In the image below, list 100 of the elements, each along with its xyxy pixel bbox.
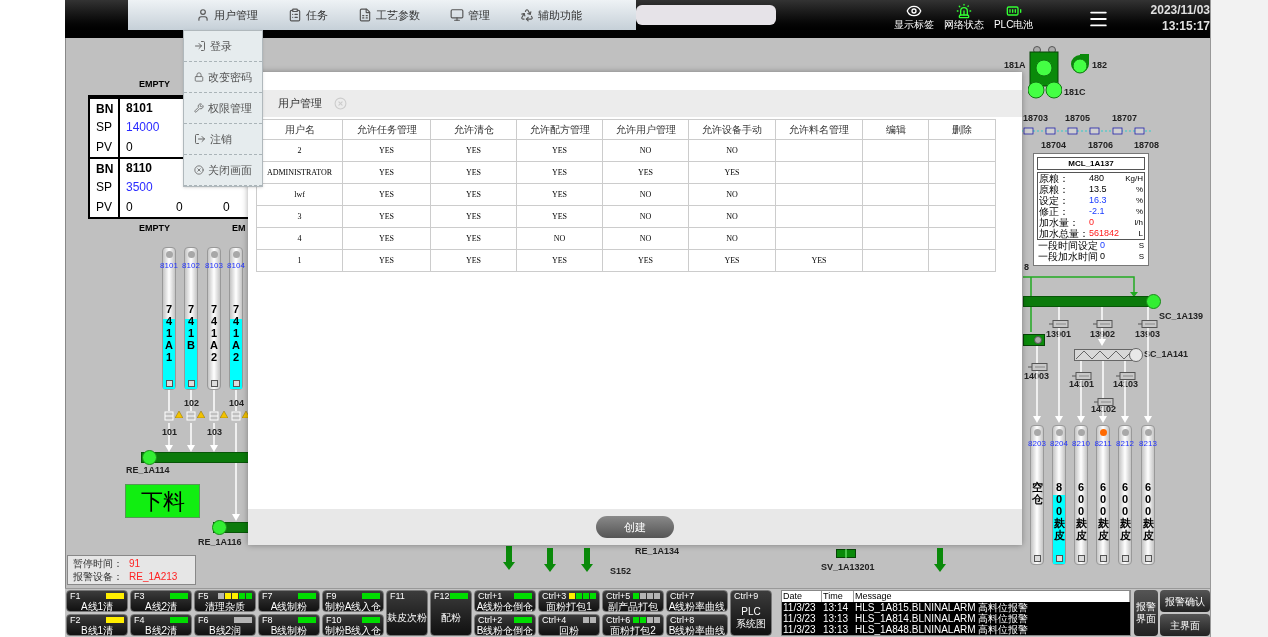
table-cell-text: 13:13 — [822, 613, 850, 624]
field-value: 16.3 — [1089, 195, 1108, 206]
motor-lamp — [212, 520, 227, 535]
status-label: 报警设备： — [73, 570, 124, 583]
unit-label: S — [1137, 251, 1144, 262]
table-cell: YES — [342, 205, 431, 228]
function-key[interactable]: F6 B线2润 — [194, 614, 256, 636]
key-label: 面粉打包2 — [609, 625, 657, 636]
menu-entry[interactable]: 改变密码 — [184, 62, 262, 93]
menu-item[interactable]: 用户管理 — [196, 6, 258, 24]
menu-item[interactable]: 管理 — [450, 6, 490, 24]
cylinder-icon — [1094, 398, 1114, 406]
equipment-label: 101 — [162, 427, 178, 437]
alarm-button[interactable]: 报警界面 — [1134, 590, 1158, 636]
table-cell: YES — [430, 183, 517, 206]
menu-item[interactable]: 辅助功能 — [520, 6, 582, 24]
table-cell: YES — [430, 205, 517, 228]
equipment-label: 8 — [1024, 262, 1029, 272]
function-key[interactable]: Ctrl+3 面粉打包1 — [538, 590, 600, 612]
function-key[interactable]: F7 A线制粉 — [258, 590, 320, 612]
function-key[interactable]: Ctrl+1 A线粉仓倒仓 — [474, 590, 536, 612]
silo-tag: 8212 — [1116, 439, 1134, 448]
table-cell-text: 14000 — [125, 119, 161, 136]
close-icon — [194, 164, 204, 176]
discharge-button[interactable]: 下料 — [125, 484, 200, 518]
status-value: 91 — [129, 557, 141, 570]
table-cell-text: 0 — [222, 199, 231, 216]
row-label: PV — [90, 137, 120, 157]
table-cell: YES — [602, 161, 689, 184]
function-key[interactable]: Ctrl+2 B线粉仓倒仓 — [474, 614, 536, 636]
outlet-square — [188, 380, 195, 387]
function-key[interactable]: Ctrl+7 A线粉率曲线 — [666, 590, 728, 612]
equipment-label: 18708 — [1134, 140, 1160, 150]
alarm-button[interactable]: 主界面 — [1160, 614, 1210, 636]
cylinder-icon — [1072, 372, 1092, 380]
silo-label: 600麸皮 — [1119, 481, 1131, 542]
column-header: 允许配方管理 — [516, 119, 603, 140]
row-label: SP — [90, 117, 120, 137]
field-value: 13.5 — [1089, 184, 1108, 195]
function-key[interactable]: F8 B线制粉 — [258, 614, 320, 636]
menu-entry[interactable]: 关闭画面 — [184, 155, 262, 186]
table-cell-text: 3500 — [125, 179, 154, 196]
function-key[interactable]: Ctrl+4 回粉 — [538, 614, 600, 636]
shortcut-label: F9 — [326, 591, 337, 601]
field-label: 原粮： — [1039, 173, 1070, 184]
table-cell: YES — [342, 161, 431, 184]
menu-item[interactable]: 任务 — [288, 6, 328, 24]
lock-icon — [194, 71, 204, 83]
function-key[interactable]: F12 配粉 — [430, 590, 472, 636]
menu-entry[interactable]: 权限管理 — [184, 93, 262, 124]
table-cell-text: HLS_1A815.BLNINALARM 高料位报警 — [854, 602, 1030, 613]
key-label: A线制粉 — [269, 601, 309, 612]
function-key[interactable]: F2 B线1清 — [66, 614, 128, 636]
cylinder-icon — [1028, 363, 1048, 371]
column-header: 删除 — [928, 119, 996, 140]
outlet-square — [1100, 555, 1107, 562]
row-label: PV — [90, 197, 120, 217]
equipment-label: RE_1A116 — [198, 537, 242, 547]
function-key[interactable]: F1 A线1清 — [66, 590, 128, 612]
table-cell: YES — [516, 205, 603, 228]
function-key[interactable]: F5 清理杂质 — [194, 590, 256, 612]
table-cell: NO — [602, 205, 689, 228]
function-key[interactable]: Ctrl+6 面粉打包2 — [602, 614, 664, 636]
logout-icon — [194, 133, 206, 145]
function-key[interactable]: F4 B线2清 — [130, 614, 192, 636]
function-key[interactable]: Ctrl+5 副产品打包 — [602, 590, 664, 612]
table-cell-text: 13:13 — [822, 624, 850, 635]
menu-item[interactable]: 工艺参数 — [358, 6, 420, 24]
column-header: Time — [822, 591, 854, 602]
field-value: 0 — [1100, 240, 1106, 251]
key-label: A线粉率曲线 — [667, 601, 727, 612]
user-icon — [196, 8, 210, 22]
time-text: 13:15:17 — [1161, 18, 1210, 34]
unit-label: L — [1137, 228, 1143, 239]
equipment-label: 13901 — [1046, 329, 1072, 339]
create-button[interactable]: 创建 — [596, 516, 674, 538]
key-label: B线2润 — [207, 625, 243, 636]
table-cell-text: HLS_1A848.BLNINALARM 高料位报警 — [854, 624, 1030, 635]
function-key[interactable]: Ctrl+8 B线粉率曲线 — [666, 614, 728, 636]
alarm-button[interactable]: 报警确认 — [1160, 590, 1210, 612]
equipment-label: 13903 — [1135, 329, 1161, 339]
menu-entry[interactable]: 注销 — [184, 124, 262, 155]
function-key[interactable]: Ctrl+9 PLC 系统图 — [730, 590, 772, 636]
equipment-label: 182 — [1092, 60, 1108, 70]
function-key[interactable]: F10 制粉B线入仓 — [322, 614, 384, 636]
status-label: 显示标签 — [893, 19, 934, 31]
key-label: 麸皮次粉 — [387, 612, 427, 624]
shortcut-label: Ctrl+1 — [478, 591, 503, 601]
function-key[interactable]: F11 麸皮次粉 — [386, 590, 428, 636]
screw-conveyor-drawing — [1074, 348, 1144, 362]
menu-entry[interactable]: 登录 — [184, 31, 262, 62]
close-icon[interactable] — [334, 97, 347, 110]
dialog-title: 用户管理 — [278, 96, 322, 112]
equipment-label: 14103 — [1113, 379, 1139, 389]
function-key[interactable]: F9 制粉A线入仓 — [322, 590, 384, 612]
text-field[interactable] — [635, 5, 776, 25]
function-key[interactable]: F3 A线2清 — [130, 590, 192, 612]
silo-tag: 8211 — [1094, 439, 1112, 448]
table-cell: YES — [775, 249, 863, 272]
table-cell: YES — [516, 161, 603, 184]
